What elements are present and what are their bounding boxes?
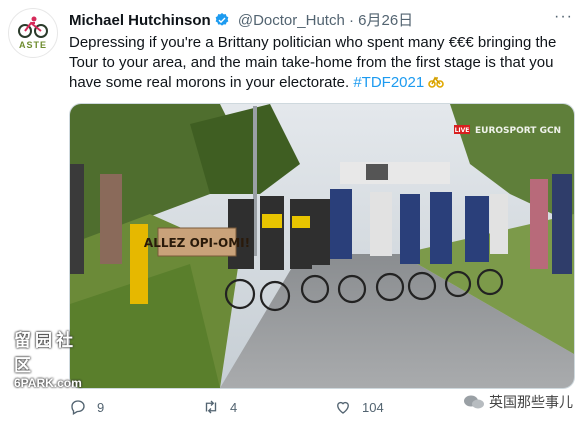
broadcaster-logo: EUROSPORT GCN bbox=[475, 126, 561, 136]
source-stamp: 英国那些事儿 bbox=[463, 392, 573, 412]
source-stamp-text: 英国那些事儿 bbox=[489, 394, 573, 410]
watermark: 留园社区 6PARK.com bbox=[14, 326, 96, 390]
wechat-icon bbox=[464, 395, 484, 409]
retweet-icon bbox=[205, 400, 217, 414]
like-count: 104 bbox=[362, 399, 384, 415]
tweet-header: Michael Hutchinson @Doctor_Hutch · 6月26日 bbox=[69, 9, 413, 30]
reply-icon bbox=[71, 400, 85, 415]
bicycle-emoji-icon bbox=[428, 76, 445, 88]
author-name[interactable]: Michael Hutchinson bbox=[69, 12, 211, 29]
tweet-text: Depressing if you're a Brittany politici… bbox=[69, 33, 569, 93]
like-button[interactable]: 104 bbox=[334, 398, 384, 416]
heart-icon bbox=[337, 401, 349, 414]
reply-count: 9 bbox=[97, 399, 105, 415]
retweet-count: 4 bbox=[230, 399, 238, 415]
author-handle[interactable]: @Doctor_Hutch bbox=[238, 12, 345, 29]
hashtag-link[interactable]: #TDF2021 bbox=[353, 74, 424, 91]
avatar-label: ASTE bbox=[18, 40, 47, 50]
tweet-body: Depressing if you're a Brittany politici… bbox=[69, 34, 557, 91]
retweet-button[interactable]: 4 bbox=[202, 398, 237, 416]
race-crash-photo: ALLEZ OPI-OMI! LIVE EUROSPORT GCN bbox=[70, 104, 574, 388]
watermark-cjk: 留园社区 bbox=[14, 331, 77, 375]
live-badge: LIVE bbox=[455, 127, 470, 134]
avatar[interactable]: ASTE bbox=[8, 8, 58, 58]
tweet-actions: 9 4 104 英国那些事儿 bbox=[69, 394, 573, 422]
tweet-date[interactable]: 6月26日 bbox=[358, 12, 413, 29]
tweet-photo[interactable]: ALLEZ OPI-OMI! LIVE EUROSPORT GCN bbox=[69, 103, 575, 389]
more-options-icon[interactable]: ··· bbox=[554, 8, 573, 26]
spectator-sign: ALLEZ OPI-OMI! bbox=[144, 236, 250, 250]
watermark-latin: 6PARK.com bbox=[14, 376, 82, 390]
separator-dot: · bbox=[348, 12, 354, 29]
verified-badge-icon bbox=[215, 13, 229, 26]
reply-button[interactable]: 9 bbox=[69, 398, 104, 416]
